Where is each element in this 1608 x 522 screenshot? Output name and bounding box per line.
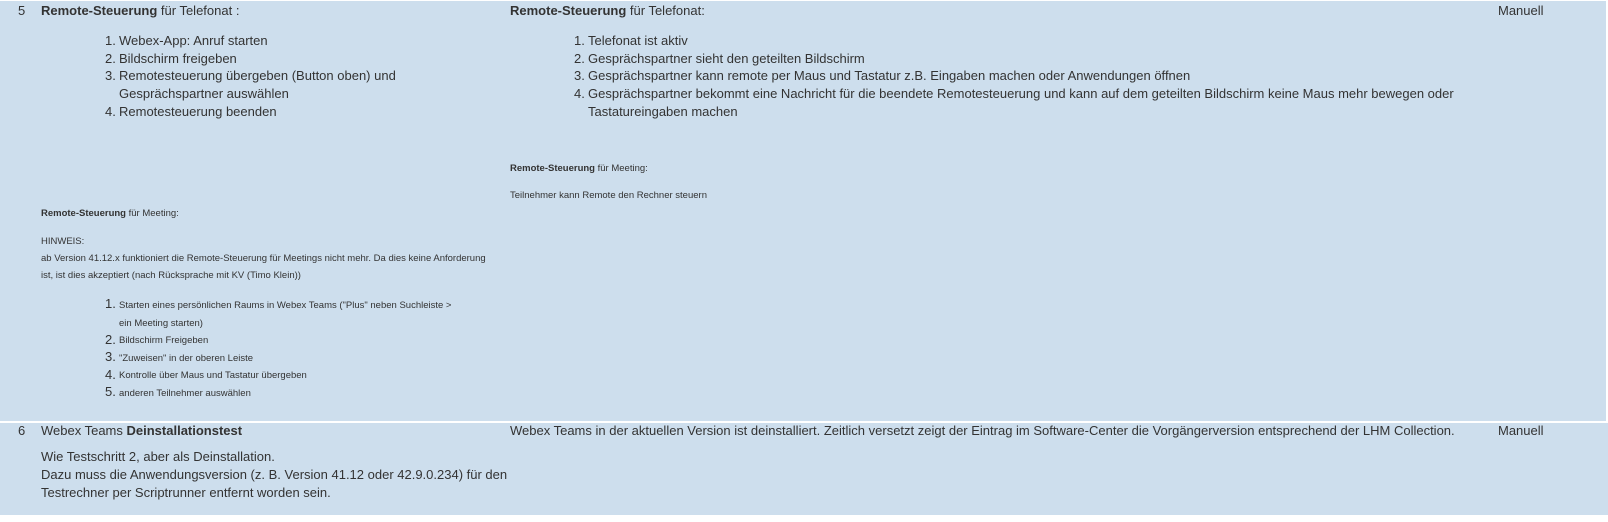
step-text: Wie Testschritt 2, aber als Deinstallati… <box>41 449 275 464</box>
table-row: 5 Remote-Steuerung für Telefonat : 1. We… <box>0 0 1608 421</box>
table-row: 6 Webex Teams Deinstallationstest Wie Te… <box>0 421 1608 517</box>
list-item: Gesprächspartner bekommt eine Nachricht … <box>588 86 1454 101</box>
expected-title: Remote-Steuerung für Telefonat: <box>510 3 705 18</box>
list-number: 2. <box>574 51 585 66</box>
expected-title-bold: Remote-Steuerung <box>510 3 627 18</box>
test-type: Manuell <box>1498 3 1544 18</box>
list-item: Bildschirm Freigeben <box>119 335 209 346</box>
list-number: 5. <box>105 384 116 399</box>
list-item: Remotesteuerung übergeben (Button oben) … <box>119 68 396 83</box>
hint-text: ist, ist dies akzeptiert (nach Rücksprac… <box>41 270 301 281</box>
step-title-bold: Remote-Steuerung <box>41 3 158 18</box>
list-number: 3. <box>105 349 116 364</box>
list-item: Gesprächspartner sieht den geteilten Bil… <box>588 51 865 66</box>
list-item: Bildschirm freigeben <box>119 51 237 66</box>
step-number: 5 <box>18 3 26 18</box>
list-number: 4. <box>574 86 585 101</box>
list-number: 3. <box>574 68 585 83</box>
list-number: 1. <box>105 296 116 311</box>
list-item: "Zuweisen" in der oberen Leiste <box>119 353 254 364</box>
list-number: 4. <box>105 104 116 119</box>
step-title-bold: Deinstallationstest <box>126 423 243 438</box>
list-item: Starten eines persönlichen Raums in Webe… <box>119 300 452 311</box>
step-number: 6 <box>18 423 26 438</box>
list-item: Kontrolle über Maus und Tastatur übergeb… <box>119 370 307 381</box>
expected-meeting-text: Teilnehmer kann Remote den Rechner steue… <box>510 190 707 201</box>
list-item: Gesprächspartner kann remote per Maus un… <box>588 68 1191 83</box>
list-item-continuation: Tastatureingaben machen <box>588 104 738 119</box>
meeting-title-rest: für Meeting: <box>125 208 179 219</box>
list-item: Remotesteuerung beenden <box>119 104 277 119</box>
step-text: Dazu muss die Anwendungsversion (z. B. V… <box>41 467 508 482</box>
list-number: 1. <box>105 33 116 48</box>
meeting-title-bold: Remote-Steuerung <box>41 208 126 219</box>
test-type: Manuell <box>1498 423 1544 438</box>
list-item-continuation: Gesprächspartner auswählen <box>119 86 289 101</box>
step-title: Remote-Steuerung für Telefonat : <box>41 3 239 18</box>
list-number: 3. <box>105 68 116 83</box>
list-number: 2. <box>105 332 116 347</box>
list-number: 1. <box>574 33 585 48</box>
step-title: Webex Teams Deinstallationstest <box>41 423 242 438</box>
list-item-continuation: ein Meeting starten) <box>119 318 203 329</box>
list-item: anderen Teilnehmer auswählen <box>119 388 251 399</box>
list-item: Telefonat ist aktiv <box>588 33 688 48</box>
hint-text: ab Version 41.12.x funktioniert die Remo… <box>41 253 486 264</box>
expected-meeting-title-rest: für Meeting: <box>594 163 648 174</box>
expected-title-rest: für Telefonat: <box>626 3 705 18</box>
step-title-plain: Webex Teams <box>41 423 127 438</box>
hint-label: HINWEIS: <box>41 236 85 247</box>
expected-meeting-title-bold: Remote-Steuerung <box>510 163 595 174</box>
list-item: Webex-App: Anruf starten <box>119 33 268 48</box>
list-number: 4. <box>105 367 116 382</box>
list-number: 2. <box>105 51 116 66</box>
meeting-title: Remote-Steuerung für Meeting: <box>41 208 179 219</box>
step-title-rest: für Telefonat : <box>157 3 240 18</box>
expected-meeting-title: Remote-Steuerung für Meeting: <box>510 163 648 174</box>
step-text: Testrechner per Scriptrunner entfernt wo… <box>41 485 331 500</box>
expected-text: Webex Teams in der aktuellen Version ist… <box>510 423 1455 438</box>
